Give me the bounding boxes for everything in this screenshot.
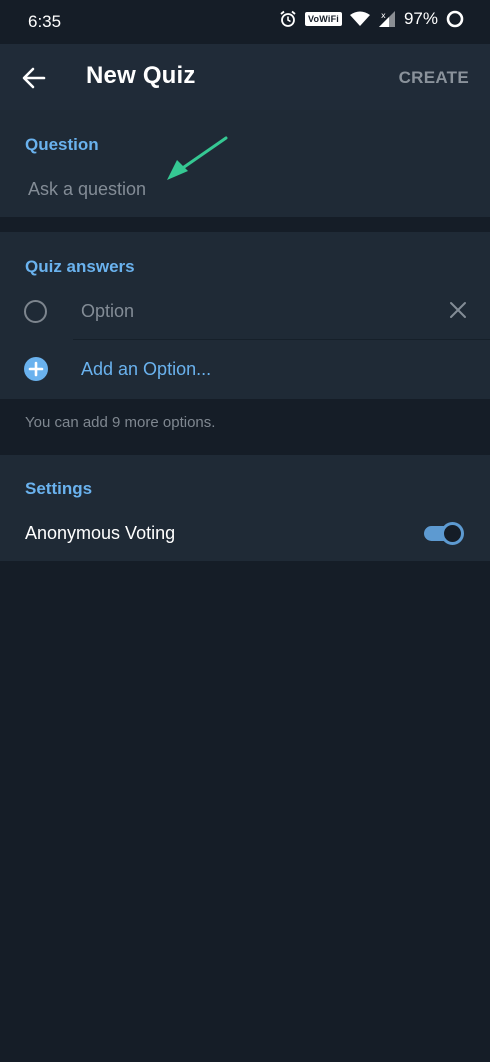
add-option-icon[interactable] [24,357,48,381]
settings-section [0,455,490,561]
quiz-answers-header: Quiz answers [25,257,135,276]
status-time: 6:35 [28,12,62,31]
status-bar: 6:35 VoWiFi x 97% [0,0,490,44]
option-divider [73,339,490,340]
add-option-button[interactable]: Add an Option... [81,359,211,380]
question-header: Question [25,135,99,154]
arrow-back-icon[interactable] [20,64,48,92]
question-section [0,110,490,217]
status-icons: VoWiFi x 97% [279,9,464,29]
settings-header: Settings [25,479,93,498]
anonymous-voting-toggle[interactable] [424,521,465,546]
options-hint: You can add 9 more options. [25,414,216,431]
create-button[interactable]: CREATE [399,68,469,88]
svg-text:x: x [381,11,386,20]
alarm-icon [280,10,296,27]
signal-icon: x [378,11,395,27]
anonymous-voting-label: Anonymous Voting [25,523,176,543]
option-input[interactable]: Option [81,301,134,322]
app-bar: New Quiz CREATE [0,44,490,110]
close-icon[interactable] [448,300,468,320]
battery-icon [446,10,464,28]
battery-percent: 97% [403,9,438,28]
wifi-icon [349,11,370,26]
correct-answer-radio[interactable] [24,300,47,323]
question-input[interactable]: Ask a question [28,179,146,200]
annotation-arrow-icon [167,136,228,180]
toggle-knob [441,522,464,545]
vowifi-icon: VoWiFi [305,12,342,26]
page-title: New Quiz [86,62,196,89]
